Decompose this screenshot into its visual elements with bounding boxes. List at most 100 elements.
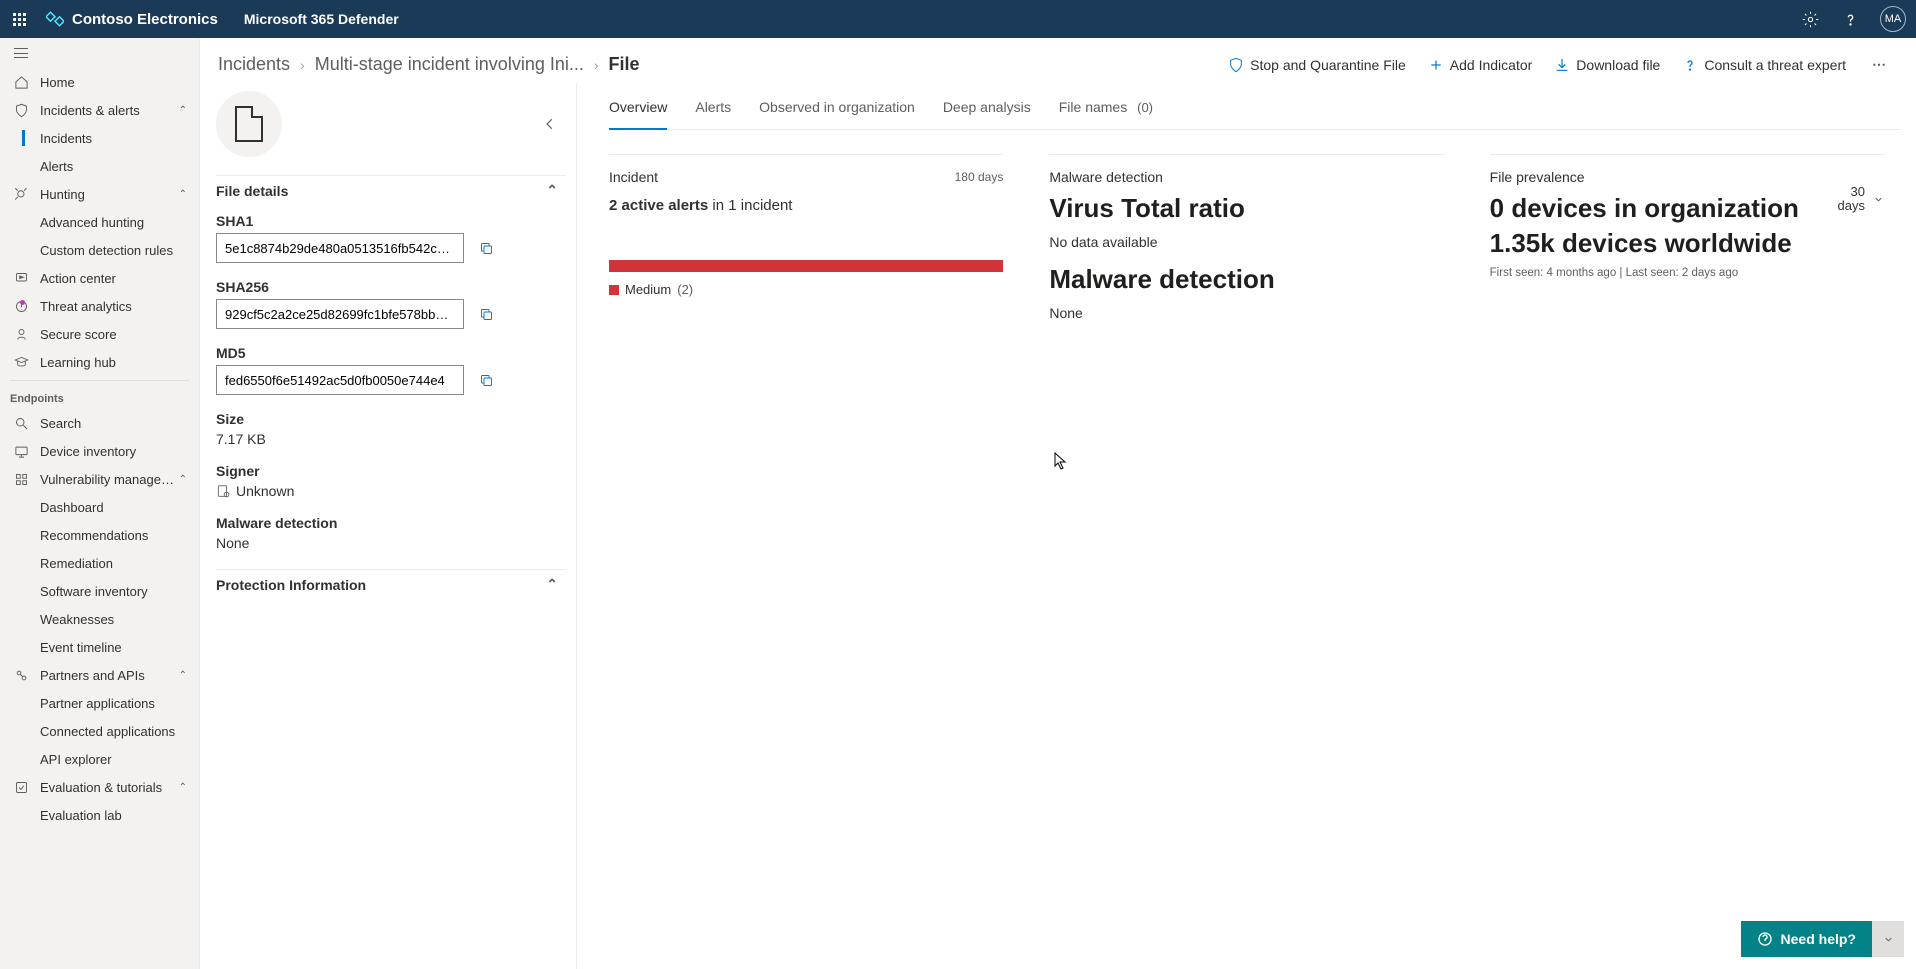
sha256-label: SHA256 <box>216 279 566 295</box>
nav-connected-apps[interactable]: Connected applications <box>0 717 199 745</box>
consult-expert-button[interactable]: Consult a threat expert <box>1682 57 1846 73</box>
signer-value: Unknown <box>236 483 294 499</box>
nav-dashboard[interactable]: Dashboard <box>0 493 199 521</box>
nav-action-center[interactable]: Action center <box>0 264 199 292</box>
nav-home[interactable]: Home <box>0 68 199 96</box>
file-details-panel: File details ⌃ SHA1 SHA256 <box>216 83 576 969</box>
size-label: Size <box>216 411 566 427</box>
nav-custom-rules[interactable]: Custom detection rules <box>0 236 199 264</box>
collapse-panel-button[interactable] <box>534 108 566 140</box>
worldwide-devices: 1.35k devices worldwide <box>1490 228 1826 259</box>
breadcrumb: Incidents › Multi-stage incident involvi… <box>218 54 640 75</box>
file-details-section-header[interactable]: File details ⌃ <box>216 175 566 209</box>
nav-api-explorer[interactable]: API explorer <box>0 745 199 773</box>
virus-total-value: No data available <box>1049 234 1443 250</box>
nav-partner-apps[interactable]: Partner applications <box>0 689 199 717</box>
malware-detection-value: None <box>216 535 566 551</box>
org-devices: 0 devices in organization <box>1490 193 1826 224</box>
sha256-value[interactable] <box>216 299 464 329</box>
malware-detection-heading: Malware detection <box>1049 264 1443 295</box>
tab-file-names[interactable]: File names (0) <box>1059 87 1153 129</box>
prevalence-card: File prevalence 0 devices in organizatio… <box>1490 154 1884 321</box>
action-center-icon <box>12 271 30 286</box>
malware-card-title: Malware detection <box>1049 169 1443 185</box>
plus-icon <box>1428 57 1444 73</box>
shield-icon <box>1228 57 1244 73</box>
nav-vuln-mgmt[interactable]: Vulnerability management ⌃ <box>0 465 199 493</box>
help-chevron[interactable] <box>1872 921 1904 957</box>
tabs: Overview Alerts Observed in organization… <box>609 87 1900 130</box>
header-actions: Stop and Quarantine File Add Indicator D… <box>1228 56 1892 73</box>
need-help-button[interactable]: Need help? <box>1741 921 1904 957</box>
severity-legend: Medium (2) <box>609 282 1003 297</box>
learning-icon <box>12 355 30 370</box>
malware-detection-label: Malware detection <box>216 515 566 531</box>
malware-detection-result: None <box>1049 305 1443 321</box>
sha1-label: SHA1 <box>216 213 566 229</box>
home-icon <box>12 75 30 90</box>
nav-search[interactable]: Search <box>0 409 199 437</box>
tab-overview[interactable]: Overview <box>609 87 667 129</box>
nav-incidents-alerts[interactable]: Incidents & alerts ⌃ <box>0 96 199 124</box>
nav-threat-analytics[interactable]: Threat analytics <box>0 292 199 320</box>
breadcrumb-incident-name[interactable]: Multi-stage incident involving Ini... <box>315 54 584 75</box>
download-file-button[interactable]: Download file <box>1554 57 1660 73</box>
md5-label: MD5 <box>216 345 566 361</box>
stop-quarantine-button[interactable]: Stop and Quarantine File <box>1228 57 1406 73</box>
sha1-value[interactable] <box>216 233 464 263</box>
nav-device-inventory[interactable]: Device inventory <box>0 437 199 465</box>
incident-card: Incident 180 days 2 active alerts in 1 i… <box>609 154 1003 321</box>
app-launcher-icon[interactable] <box>0 0 38 38</box>
incident-card-title: Incident <box>609 169 658 185</box>
vuln-icon <box>12 472 30 487</box>
settings-icon[interactable] <box>1790 0 1830 38</box>
chevron-down-icon <box>1873 194 1884 205</box>
malware-card: Malware detection Virus Total ratio No d… <box>1049 154 1443 321</box>
chevron-right-icon: › <box>300 57 305 73</box>
brand-name: Contoso Electronics <box>72 11 218 28</box>
breadcrumb-incidents[interactable]: Incidents <box>218 54 290 75</box>
copy-md5-button[interactable] <box>472 366 500 394</box>
nav-alerts[interactable]: Alerts <box>0 152 199 180</box>
protection-info-section-header[interactable]: Protection Information ⌃ <box>216 569 566 603</box>
section-endpoints: Endpoints <box>0 385 199 409</box>
size-value: 7.17 KB <box>216 431 566 447</box>
copy-sha1-button[interactable] <box>472 234 500 262</box>
incident-summary: 2 active alerts in 1 incident <box>609 197 1003 214</box>
severity-swatch <box>609 285 619 295</box>
search-icon <box>12 416 30 431</box>
add-indicator-button[interactable]: Add Indicator <box>1428 57 1533 73</box>
user-avatar[interactable]: MA <box>1880 6 1906 32</box>
nav-recommendations[interactable]: Recommendations <box>0 521 199 549</box>
tab-deep-analysis[interactable]: Deep analysis <box>943 87 1031 129</box>
prevalence-card-title: File prevalence <box>1490 169 1585 185</box>
nav-software-inventory[interactable]: Software inventory <box>0 577 199 605</box>
file-icon <box>216 91 282 157</box>
overview-pane: Overview Alerts Observed in organization… <box>576 83 1900 969</box>
nav-advanced-hunting[interactable]: Advanced hunting <box>0 208 199 236</box>
headset-icon <box>1757 931 1773 947</box>
nav-learning-hub[interactable]: Learning hub <box>0 348 199 376</box>
time-range-dropdown[interactable]: 30days <box>1838 185 1884 214</box>
nav-hunting[interactable]: Hunting ⌃ <box>0 180 199 208</box>
more-actions-button[interactable]: ⋯ <box>1868 56 1892 73</box>
nav-eval[interactable]: Evaluation & tutorials ⌃ <box>0 773 199 801</box>
nav-eval-lab[interactable]: Evaluation lab <box>0 801 199 829</box>
nav-secure-score[interactable]: Secure score <box>0 320 199 348</box>
help-icon[interactable] <box>1830 0 1870 38</box>
nav-incidents[interactable]: Incidents <box>0 124 199 152</box>
sidebar-toggle[interactable] <box>0 38 199 68</box>
nav-event-timeline[interactable]: Event timeline <box>0 633 199 661</box>
top-bar: Contoso Electronics Microsoft 365 Defend… <box>0 0 1916 38</box>
incident-age: 180 days <box>955 170 1004 184</box>
copy-sha256-button[interactable] <box>472 300 500 328</box>
md5-value[interactable] <box>216 365 464 395</box>
content: Incidents › Multi-stage incident involvi… <box>200 38 1916 969</box>
chevron-up-icon: ⌃ <box>546 576 558 593</box>
brand: Contoso Electronics <box>38 10 226 28</box>
tab-observed[interactable]: Observed in organization <box>759 87 915 129</box>
nav-remediation[interactable]: Remediation <box>0 549 199 577</box>
tab-alerts[interactable]: Alerts <box>695 87 731 129</box>
nav-weaknesses[interactable]: Weaknesses <box>0 605 199 633</box>
nav-partners[interactable]: Partners and APIs ⌃ <box>0 661 199 689</box>
